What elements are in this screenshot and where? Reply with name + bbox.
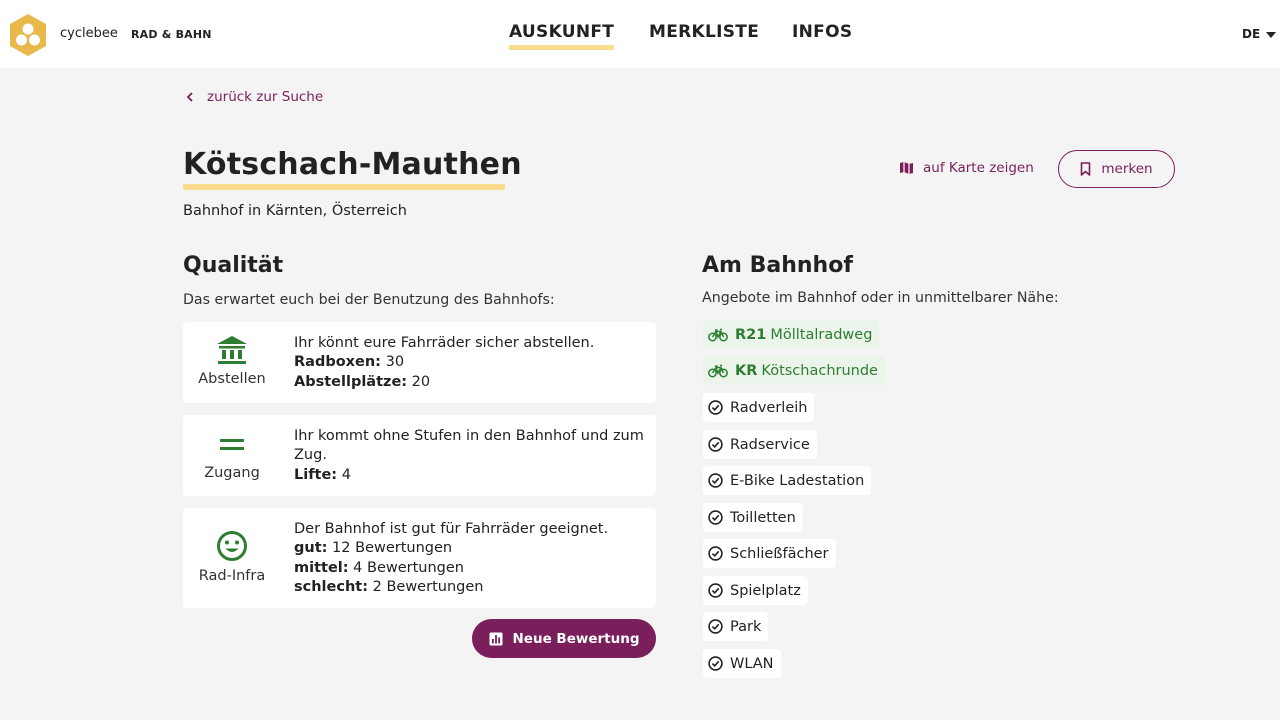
amenity-label: Radverleih xyxy=(730,399,808,416)
back-to-search-link[interactable]: zurück zur Suche xyxy=(186,89,323,105)
amenity-label: Spielplatz xyxy=(730,582,801,599)
card-icon-wrap: Abstellen xyxy=(183,335,281,387)
card-label: Rad-Infra xyxy=(198,568,266,584)
cyclebee-logo-icon[interactable] xyxy=(8,13,48,57)
bank-icon xyxy=(217,336,247,364)
back-link-label: zurück zur Suche xyxy=(207,89,324,105)
fact-abstellplaetze: Abstellplätze: 20 xyxy=(294,373,644,392)
card-description: Ihr könnt eure Fahrräder sicher abstelle… xyxy=(294,334,644,392)
fact-value: 4 xyxy=(337,466,351,483)
route-code: R21 xyxy=(735,326,767,343)
quality-card-abstellen: Abstellen Ihr könnt eure Fahrräder siche… xyxy=(183,322,656,403)
brand-tagline: RAD & BAHN xyxy=(131,28,212,41)
chevron-left-icon xyxy=(186,92,193,102)
bookmark-label: merken xyxy=(1101,161,1153,177)
amenity-label: WLAN xyxy=(730,655,774,672)
check-circle-icon xyxy=(708,437,723,452)
fact-mittel: mittel: 4 Bewertungen xyxy=(294,559,644,578)
card-summary: Der Bahnhof ist gut für Fahrräder geeign… xyxy=(294,521,609,537)
fact-key: gut: xyxy=(294,540,328,557)
route-chip-r21[interactable]: R21 Mölltalradweg xyxy=(703,320,880,349)
bicycle-icon xyxy=(708,328,728,341)
amenity-label: Schließfächer xyxy=(730,545,829,562)
card-description: Ihr kommt ohne Stufen in den Bahnhof und… xyxy=(294,427,644,485)
fact-key: Abstellplätze: xyxy=(294,373,408,390)
show-on-map-link[interactable]: auf Karte zeigen xyxy=(899,160,1034,176)
amenity-park: Park xyxy=(703,612,769,641)
caret-down-icon[interactable] xyxy=(1266,32,1276,38)
route-name: Mölltalradweg xyxy=(770,326,873,343)
quality-card-zugang: Zugang Ihr kommt ohne Stufen in den Bahn… xyxy=(183,415,656,496)
card-icon-wrap: Rad-Infra xyxy=(183,530,281,584)
quality-heading: Qualität xyxy=(183,253,284,278)
offers-intro: Angebote im Bahnhof oder in unmittelbare… xyxy=(702,290,1059,306)
fact-lifte: Lifte: 4 xyxy=(294,466,644,485)
quality-intro: Das erwartet euch bei der Benutzung des … xyxy=(183,292,555,308)
fact-radboxen: Radboxen: 30 xyxy=(294,353,644,372)
amenity-radservice: Radservice xyxy=(703,430,817,459)
check-circle-icon xyxy=(708,656,723,671)
card-label: Abstellen xyxy=(198,371,266,387)
card-summary: Ihr kommt ohne Stufen in den Bahnhof und… xyxy=(294,428,644,464)
amenity-radverleih: Radverleih xyxy=(703,393,815,422)
nav-auskunft[interactable]: AUSKUNFT xyxy=(509,22,615,50)
fact-value: 2 Bewertungen xyxy=(368,578,484,595)
amenity-wlan: WLAN xyxy=(703,649,781,678)
title-underline xyxy=(183,184,505,190)
check-circle-icon xyxy=(708,583,723,598)
new-rating-button[interactable]: Neue Bewertung xyxy=(472,619,656,658)
amenity-label: Park xyxy=(730,618,762,635)
check-circle-icon xyxy=(708,619,723,634)
card-icon-wrap: Zugang xyxy=(183,437,281,481)
amenity-spielplatz: Spielplatz xyxy=(703,576,808,605)
route-chip-kr[interactable]: KR Kötschachrunde xyxy=(703,356,885,385)
show-on-map-label: auf Karte zeigen xyxy=(923,160,1034,176)
quality-card-rad-infra: Rad-Infra Der Bahnhof ist gut für Fahrrä… xyxy=(183,508,656,608)
fact-key: schlecht: xyxy=(294,578,369,595)
card-label: Zugang xyxy=(204,465,260,481)
map-icon xyxy=(900,162,913,174)
nav-merkliste[interactable]: MERKLISTE xyxy=(649,22,759,42)
language-selector[interactable]: DE xyxy=(1242,27,1260,41)
route-code: KR xyxy=(735,362,758,379)
fact-value: 30 xyxy=(380,354,405,371)
fact-key: Radboxen: xyxy=(294,354,381,371)
fact-key: Lifte: xyxy=(294,466,338,483)
brand-name: cyclebee xyxy=(60,26,118,41)
check-circle-icon xyxy=(708,546,723,561)
amenity-toiletten: Toilletten xyxy=(703,503,803,532)
amenity-label: Toilletten xyxy=(730,509,796,526)
fact-value: 20 xyxy=(407,373,431,390)
equals-icon xyxy=(220,439,244,450)
new-rating-label: Neue Bewertung xyxy=(512,630,640,647)
check-circle-icon xyxy=(708,473,723,488)
page-subtitle: Bahnhof in Kärnten, Österreich xyxy=(183,203,407,219)
bookmark-button[interactable]: merken xyxy=(1058,150,1175,188)
bookmark-icon xyxy=(1081,162,1091,176)
amenity-label: Radservice xyxy=(730,436,810,453)
amenity-schliessfaecher: Schließfächer xyxy=(703,539,836,568)
amenity-ebike-ladestation: E-Bike Ladestation xyxy=(703,466,872,495)
nav-infos[interactable]: INFOS xyxy=(792,22,852,42)
check-circle-icon xyxy=(708,510,723,525)
top-bar: cyclebee RAD & BAHN AUSKUNFT MERKLISTE I… xyxy=(0,0,1280,68)
fact-key: mittel: xyxy=(294,559,349,576)
fact-gut: gut: 12 Bewertungen xyxy=(294,539,644,558)
fact-schlecht: schlecht: 2 Bewertungen xyxy=(294,578,644,597)
bicycle-icon xyxy=(708,364,728,377)
amenity-label: E-Bike Ladestation xyxy=(730,472,865,489)
bar-chart-icon xyxy=(489,632,502,645)
page-title: Kötschach-Mauthen xyxy=(183,147,522,182)
card-description: Der Bahnhof ist gut für Fahrräder geeign… xyxy=(294,520,644,597)
fact-value: 4 Bewertungen xyxy=(348,559,464,576)
offers-heading: Am Bahnhof xyxy=(702,253,853,278)
route-name: Kötschachrunde xyxy=(761,362,878,379)
smiley-icon xyxy=(217,531,247,561)
fact-value: 12 Bewertungen xyxy=(327,540,453,557)
check-circle-icon xyxy=(708,400,723,415)
card-summary: Ihr könnt eure Fahrräder sicher abstelle… xyxy=(294,335,595,351)
